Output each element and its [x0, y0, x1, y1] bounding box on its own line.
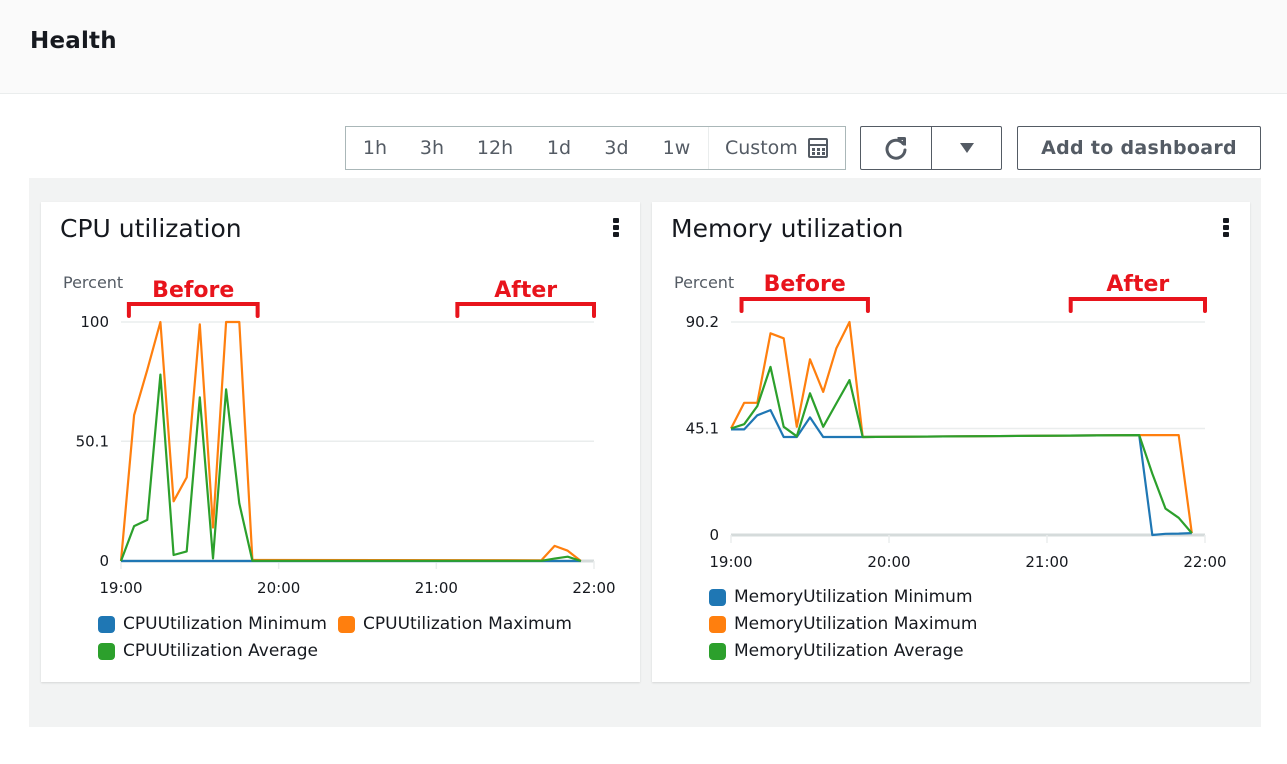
- page-title: Health: [30, 28, 117, 54]
- annotation-label: After: [494, 278, 557, 303]
- legend-item-minimum[interactable]: MemoryUtilization Minimum: [709, 587, 973, 607]
- range-3h-button[interactable]: 3h: [404, 127, 460, 169]
- caret-down-icon: [959, 143, 974, 153]
- annotation-bracket: [455, 302, 596, 318]
- y-tick-label: 100: [80, 313, 109, 331]
- x-tick-label: 19:00: [709, 553, 752, 571]
- legend-item-minimum[interactable]: CPUUtilization Minimum: [98, 614, 327, 634]
- range-1h-button[interactable]: 1h: [346, 127, 404, 169]
- annotation-label: Before: [152, 278, 234, 303]
- legend-swatch-maximum: [709, 615, 726, 633]
- y-tick-label: 45.1: [686, 420, 719, 438]
- legend-label: CPUUtilization Maximum: [363, 614, 572, 634]
- page-header: Health: [0, 0, 1287, 94]
- range-1d-button[interactable]: 1d: [530, 127, 588, 169]
- legend-swatch-average: [98, 642, 115, 660]
- refresh-icon: [885, 137, 907, 160]
- refresh-button[interactable]: [860, 126, 932, 170]
- cpu-utilization-chart: Percent 0 50.1 100 19:00 20:00 21:00 22:00 Befor…: [63, 273, 616, 597]
- series-line-average: [119, 373, 582, 563]
- time-range-selector: 1h 3h 12h 1d 3d 1w Custom: [345, 126, 846, 170]
- annotation-bracket: [739, 297, 870, 313]
- range-custom-label: Custom: [725, 137, 798, 159]
- legend-swatch-minimum: [98, 615, 115, 633]
- calendar-icon: [807, 138, 828, 158]
- range-custom-button[interactable]: Custom: [708, 127, 845, 169]
- x-tick-label: 22:00: [572, 579, 615, 597]
- legend-label: MemoryUtilization Average: [734, 641, 964, 661]
- legend-swatch-maximum: [338, 615, 355, 633]
- range-1w-button[interactable]: 1w: [645, 127, 708, 169]
- legend-item-maximum[interactable]: CPUUtilization Maximum: [338, 614, 572, 634]
- y-tick-label: 0: [709, 526, 719, 544]
- legend-label: MemoryUtilization Maximum: [734, 614, 978, 634]
- memory-utilization-widget: Memory utilization Percent 0 45.1 90.2 19:00…: [652, 202, 1250, 682]
- cpu-utilization-widget: CPU utilization Percent 0 50.1 100 19:00 20:0…: [41, 202, 640, 682]
- x-tick-label: 21:00: [415, 579, 458, 597]
- legend-label: CPUUtilization Average: [123, 641, 318, 661]
- legend-swatch-minimum: [709, 588, 726, 606]
- y-axis-unit-label: Percent: [63, 273, 123, 292]
- range-12h-button[interactable]: 12h: [460, 127, 530, 169]
- x-tick-label: 20:00: [257, 579, 300, 597]
- add-to-dashboard-button[interactable]: Add to dashboard: [1017, 126, 1261, 170]
- legend-item-average[interactable]: CPUUtilization Average: [98, 641, 318, 661]
- annotation-bracket: [1068, 297, 1207, 313]
- annotation-bracket: [126, 302, 260, 318]
- y-axis-unit-label: Percent: [674, 273, 734, 292]
- legend-item-average[interactable]: MemoryUtilization Average: [709, 641, 964, 661]
- x-tick-label: 21:00: [1025, 553, 1068, 571]
- legend-label: MemoryUtilization Minimum: [734, 587, 973, 607]
- y-tick-label: 0: [99, 552, 109, 570]
- legend-swatch-average: [709, 642, 726, 660]
- refresh-options-dropdown[interactable]: [931, 126, 1002, 170]
- x-tick-label: 22:00: [1183, 553, 1226, 571]
- annotation-label: After: [1106, 272, 1169, 297]
- x-tick-label: 19:00: [99, 579, 142, 597]
- legend-item-maximum[interactable]: MemoryUtilization Maximum: [709, 614, 978, 634]
- range-3d-button[interactable]: 3d: [588, 127, 645, 169]
- memory-utilization-chart: Percent 0 45.1 90.2 19:00 20:00 21:00 22:00 Befo…: [674, 272, 1227, 571]
- legend-label: CPUUtilization Minimum: [123, 614, 327, 634]
- series-line-average: [730, 365, 1193, 534]
- annotation-label: Before: [764, 272, 846, 297]
- y-tick-label: 50.1: [76, 432, 109, 450]
- y-tick-label: 90.2: [686, 313, 719, 331]
- x-tick-label: 20:00: [867, 553, 910, 571]
